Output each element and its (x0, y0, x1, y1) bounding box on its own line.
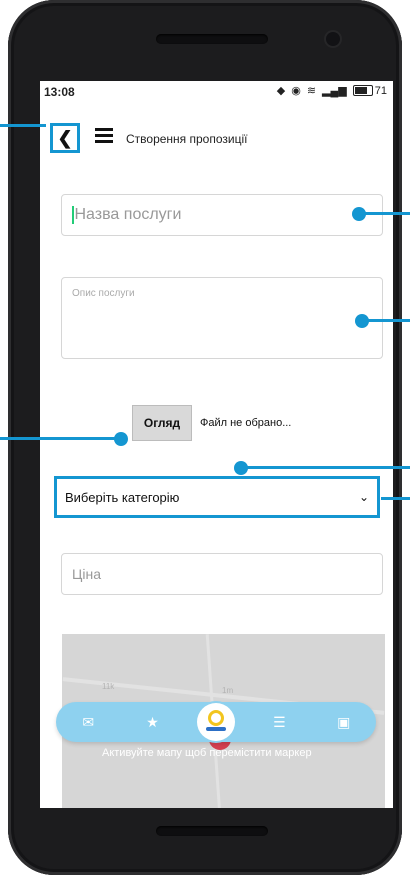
file-status: Файл не обрано... (200, 417, 292, 429)
page-title: Створення пропозиції (126, 132, 248, 146)
clipboard-icon[interactable]: ▣ (324, 714, 364, 731)
callout-line-category (381, 497, 410, 500)
status-icons: ◆ ◉ ≋ ▂▄▆ 71 (276, 84, 387, 98)
description-placeholder: Опис послуги (72, 288, 135, 299)
callout-line-name (362, 212, 410, 215)
battery-level: 71 (374, 84, 387, 97)
callout-line-description (365, 319, 410, 322)
alarm-icon: ◉ (291, 85, 301, 97)
chevron-down-icon: ⌄ (358, 490, 369, 504)
list-icon[interactable]: ☰ (259, 714, 299, 731)
back-button[interactable]: ❮ (50, 123, 80, 153)
callout-line-back (0, 124, 46, 127)
notification-icon: ◆ (276, 85, 286, 97)
map-hint: Активуйте мапу щоб перемістити маркер (102, 747, 312, 759)
bottom-nav: ✉ ★ ☰ ▣ (56, 702, 376, 742)
menu-icon[interactable] (95, 128, 113, 144)
callout-line-browse (0, 437, 118, 440)
price-input[interactable]: Ціна (61, 553, 383, 595)
callout-line-map (244, 466, 410, 469)
browse-button[interactable]: Огляд (132, 405, 192, 441)
front-camera (326, 32, 340, 46)
signal-icon: ▂▄▆ (322, 85, 347, 97)
battery-icon: 71 (352, 84, 387, 97)
file-upload: Огляд Файл не обрано... (132, 405, 291, 441)
speaker-grille-bottom (156, 826, 268, 836)
map-label: 1m (222, 686, 234, 695)
category-select[interactable]: Виберіть категорію ⌄ (54, 476, 380, 518)
category-select-value: Виберіть категорію (65, 489, 180, 505)
map-label: 11k (102, 682, 115, 691)
screen: 13:08 ◆ ◉ ≋ ▂▄▆ 71 ❮ Створення пропозиці… (40, 81, 393, 808)
mail-icon[interactable]: ✉ (68, 714, 108, 731)
status-bar: 13:08 ◆ ◉ ≋ ▂▄▆ 71 (40, 81, 393, 103)
app-header: ❮ Створення пропозиції (40, 113, 393, 153)
status-time: 13:08 (44, 85, 75, 99)
speaker-grille-top (156, 34, 268, 44)
wifi-icon: ≋ (306, 85, 317, 97)
text-caret (72, 206, 74, 224)
chevron-left-icon: ❮ (57, 127, 73, 148)
star-icon[interactable]: ★ (133, 714, 173, 731)
service-name-placeholder: Назва послуги (74, 206, 182, 223)
price-placeholder: Ціна (72, 566, 101, 582)
service-name-input[interactable]: Назва послуги (61, 194, 383, 236)
logo-icon[interactable] (196, 703, 235, 741)
description-textarea[interactable]: Опис послуги (61, 277, 383, 359)
